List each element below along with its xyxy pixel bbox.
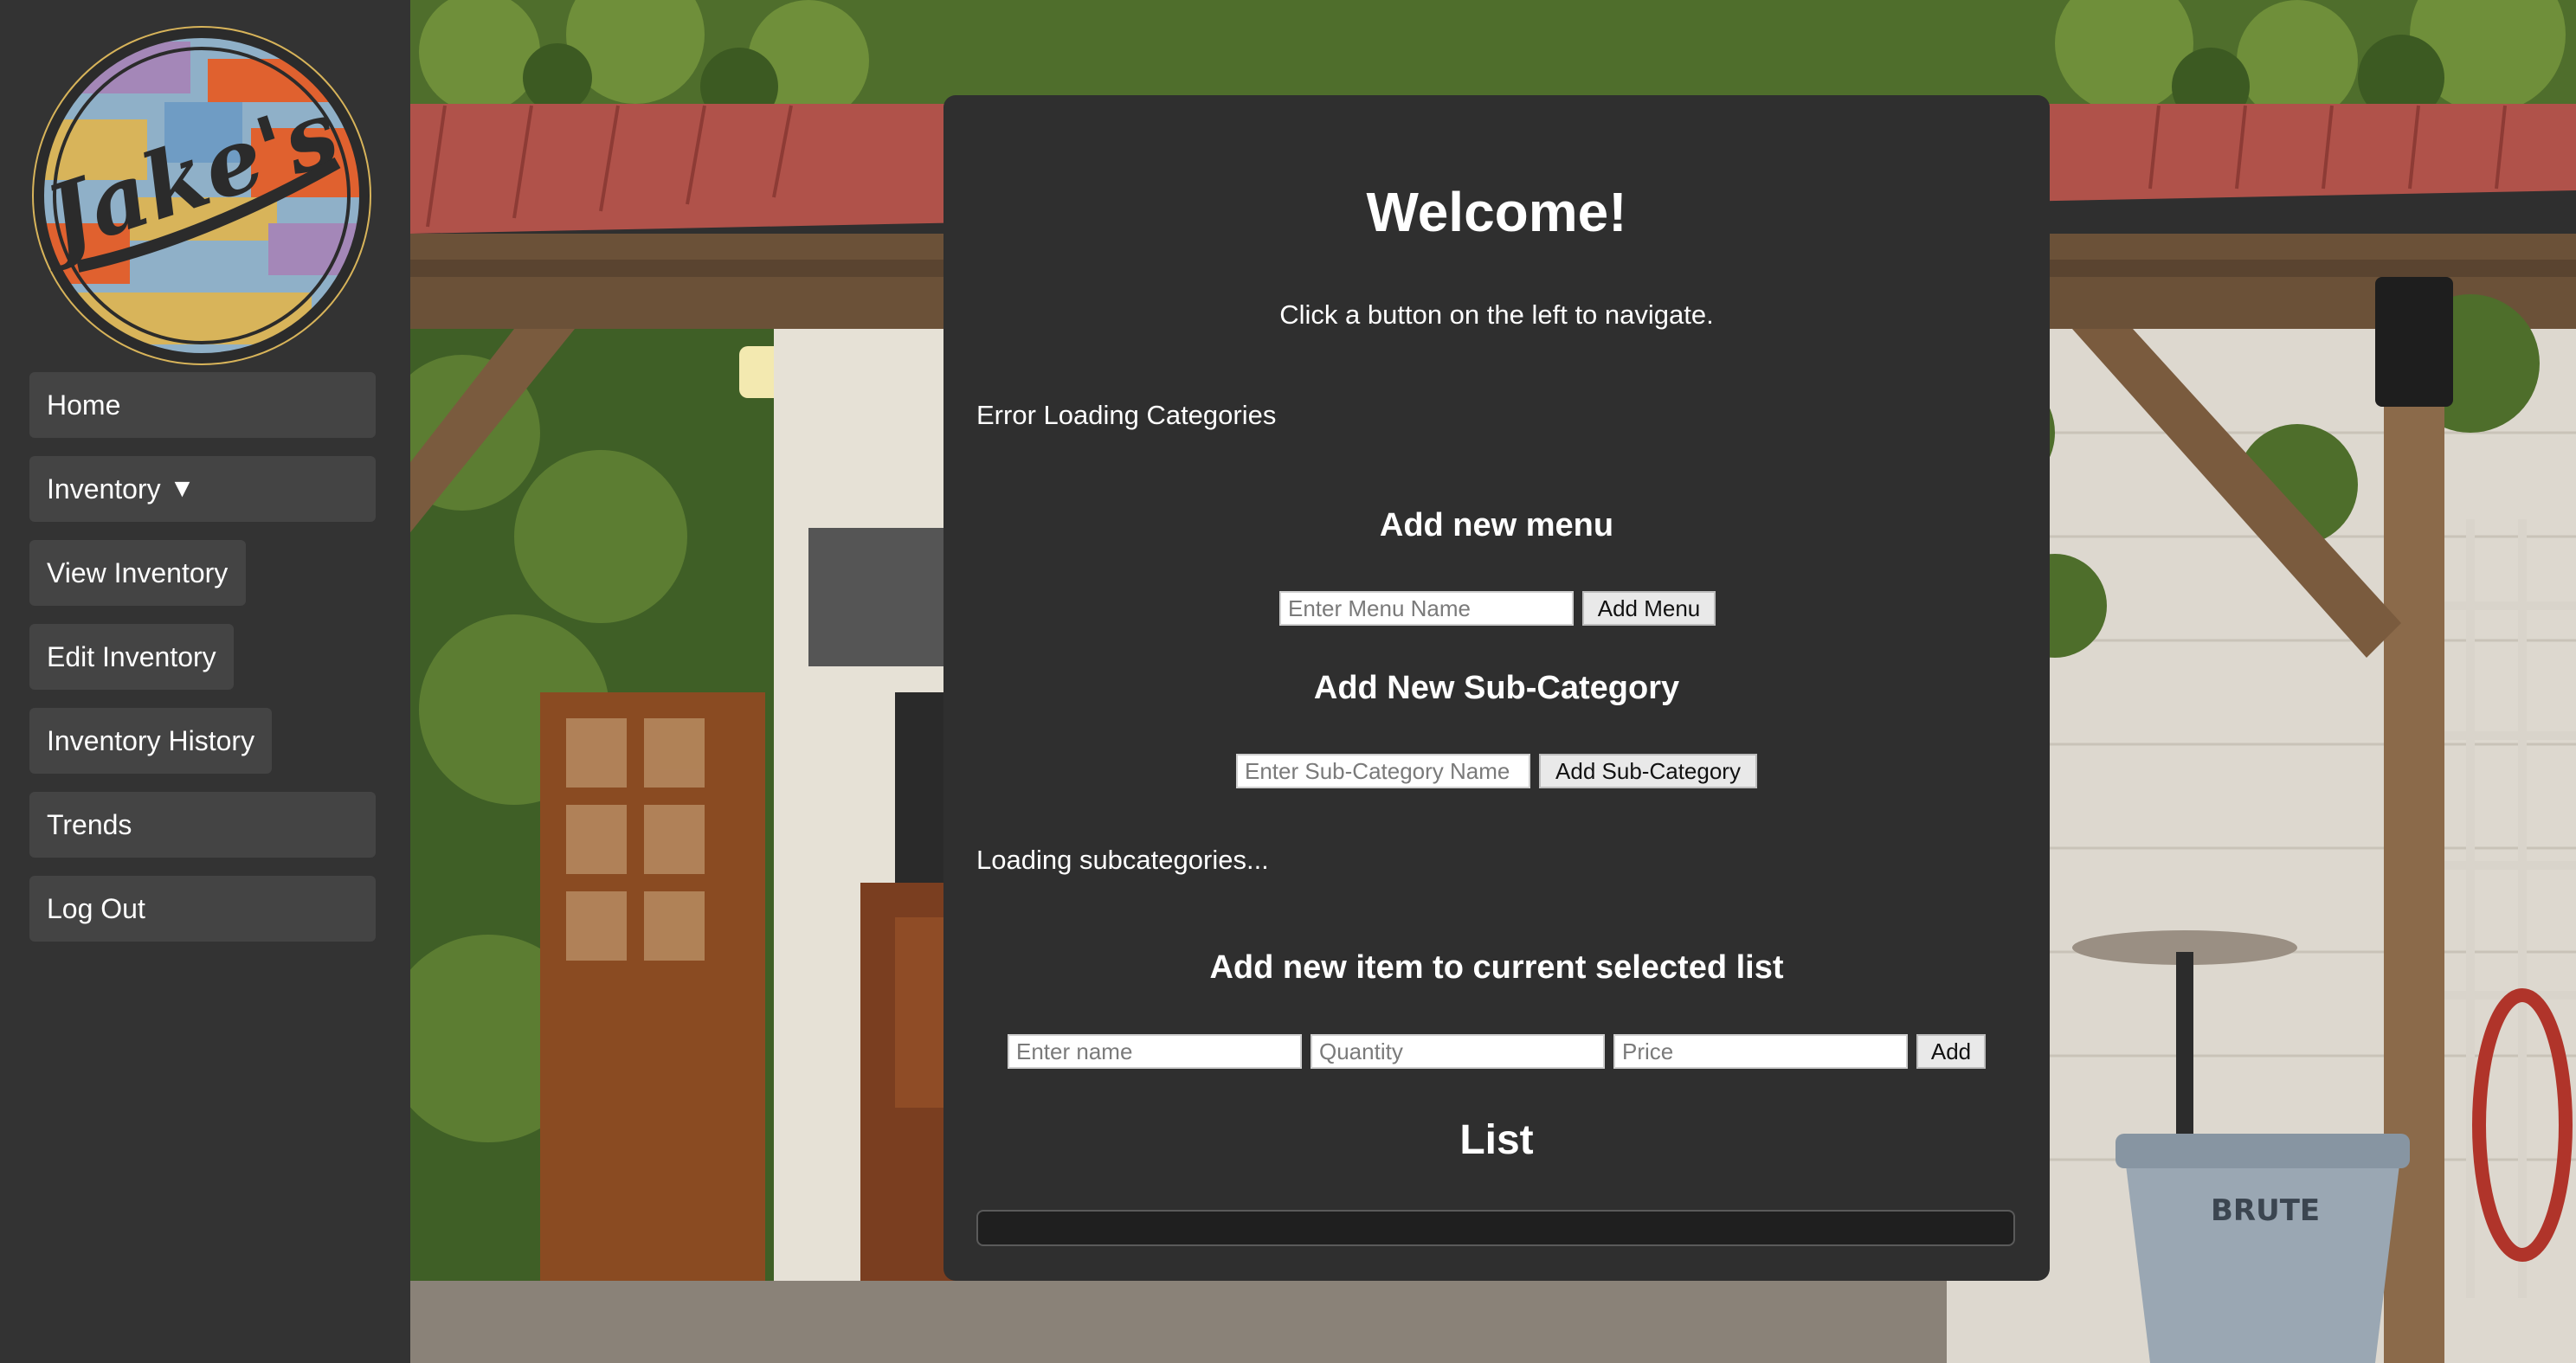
- main-panel: Welcome! Click a button on the left to n…: [943, 95, 2050, 1281]
- nav-trends-button[interactable]: Trends: [29, 792, 376, 858]
- nav-inventory-label: Inventory: [47, 473, 161, 505]
- jakes-logo: Jake's: [26, 26, 371, 365]
- item-quantity-input[interactable]: [1311, 1034, 1605, 1069]
- nav-logout-button[interactable]: Log Out: [29, 876, 376, 942]
- nav-trends-label: Trends: [47, 808, 132, 840]
- item-price-input[interactable]: [1613, 1034, 1908, 1069]
- list-heading: List: [1459, 1117, 1534, 1163]
- nav-logout-label: Log Out: [47, 892, 145, 924]
- nav-inventory-history-label: Inventory History: [47, 724, 255, 756]
- subcategory-name-input[interactable]: [1236, 754, 1530, 788]
- item-name-input[interactable]: [1008, 1034, 1302, 1069]
- add-subcategory-button[interactable]: Add Sub-Category: [1539, 754, 1757, 788]
- nav-view-inventory-label: View Inventory: [47, 556, 229, 588]
- nav-home-button[interactable]: Home: [29, 372, 376, 438]
- item-list: [976, 1210, 2015, 1246]
- menu-name-input[interactable]: [1279, 591, 1574, 626]
- caret-down-icon: ▼: [169, 474, 196, 503]
- sidebar: Jake's Home Inventory ▼ View Inventory E…: [0, 0, 410, 1363]
- nav-home-label: Home: [47, 389, 121, 421]
- page-title: Welcome!: [1366, 181, 1627, 243]
- page-subtitle: Click a button on the left to navigate.: [1279, 299, 1714, 330]
- nav-inventory-dropdown[interactable]: Inventory ▼: [29, 456, 376, 522]
- add-menu-button[interactable]: Add Menu: [1582, 591, 1716, 626]
- subcategories-status-text: Loading subcategories...: [976, 845, 1269, 875]
- nav-view-inventory-button[interactable]: View Inventory: [29, 540, 246, 606]
- add-item-button[interactable]: Add: [1916, 1034, 1986, 1069]
- categories-status-text: Error Loading Categories: [976, 400, 1277, 430]
- trash-can-brand-text: BRUTE: [2211, 1193, 2320, 1228]
- add-subcategory-heading: Add New Sub-Category: [1313, 670, 1680, 706]
- nav-edit-inventory-button[interactable]: Edit Inventory: [29, 624, 234, 690]
- nav-inventory-history-button[interactable]: Inventory History: [29, 708, 272, 774]
- add-menu-heading: Add new menu: [1379, 507, 1614, 543]
- add-item-heading: Add new item to current selected list: [1209, 949, 1784, 986]
- nav-edit-inventory-label: Edit Inventory: [47, 640, 216, 672]
